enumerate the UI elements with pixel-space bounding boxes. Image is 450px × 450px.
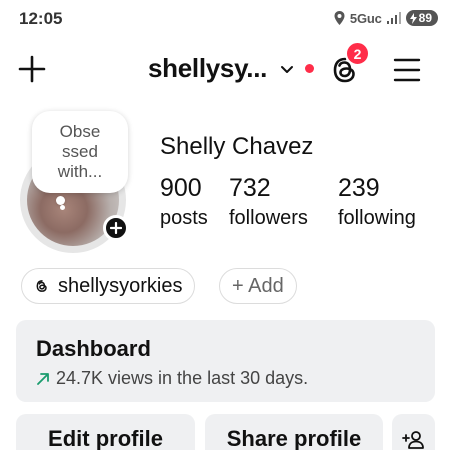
notification-dot [305,64,315,73]
note-text: Obse ssed with... [57,122,103,181]
add-link-label: + Add [232,274,284,297]
note-tail-dot [56,196,65,205]
posts-stat[interactable]: 900 posts [160,174,208,230]
status-icons: 5Guc 89 [334,10,438,26]
plus-icon [18,55,46,83]
dashboard-subtitle-row: 24.7K views in the last 30 days. [36,368,415,389]
username: shellysy... [148,53,268,83]
signal-icon [386,12,401,24]
followers-stat[interactable]: 732 followers [229,174,308,230]
following-stat[interactable]: 239 following [338,174,416,230]
threads-handle-chip[interactable]: shellysyorkies [21,268,196,304]
note-tail-dot [60,205,65,210]
threads-icon [36,280,47,292]
menu-button[interactable] [392,55,422,85]
status-time: 12:05 [19,9,63,28]
discover-people-button[interactable] [392,414,435,450]
create-button[interactable] [14,51,50,87]
followers-label: followers [229,207,308,229]
dashboard-title: Dashboard [36,336,151,361]
profile-header: shellysy... 2 [0,41,450,95]
add-story-button[interactable] [103,215,129,241]
following-label: following [338,207,416,229]
edit-profile-label: Edit profile [48,426,163,450]
hamburger-menu-icon [393,58,421,82]
following-count: 239 [338,174,380,202]
plus-icon [110,222,122,234]
share-profile-button[interactable]: Share profile [205,414,383,450]
full-name: Shelly Chavez [160,133,314,160]
add-person-icon [401,431,424,449]
location-icon [334,11,345,25]
charging-icon [409,12,417,24]
account-switcher[interactable]: shellysy... [148,53,315,84]
note-bubble[interactable]: Obse ssed with... [32,111,128,193]
status-bar: 12:05 5Guc 89 [0,0,450,40]
battery-indicator: 89 [405,10,438,26]
trend-up-icon [37,372,49,385]
followers-count: 732 [229,174,271,202]
network-label: 5Guc [349,10,382,26]
share-profile-label: Share profile [226,426,362,450]
dashboard-subtitle: 24.7K views in the last 30 days. [56,368,309,388]
edit-profile-button[interactable]: Edit profile [16,414,195,450]
dashboard-card[interactable]: Dashboard 24.7K views in the last 30 day… [16,320,435,402]
posts-count: 900 [160,174,202,202]
notification-badge: 2 [345,41,370,66]
threads-handle: shellysyorkies [58,274,183,297]
battery-level: 89 [418,11,432,25]
posts-label: posts [160,207,208,229]
add-link-chip[interactable]: + Add [219,268,297,304]
chevron-down-icon [281,65,294,73]
